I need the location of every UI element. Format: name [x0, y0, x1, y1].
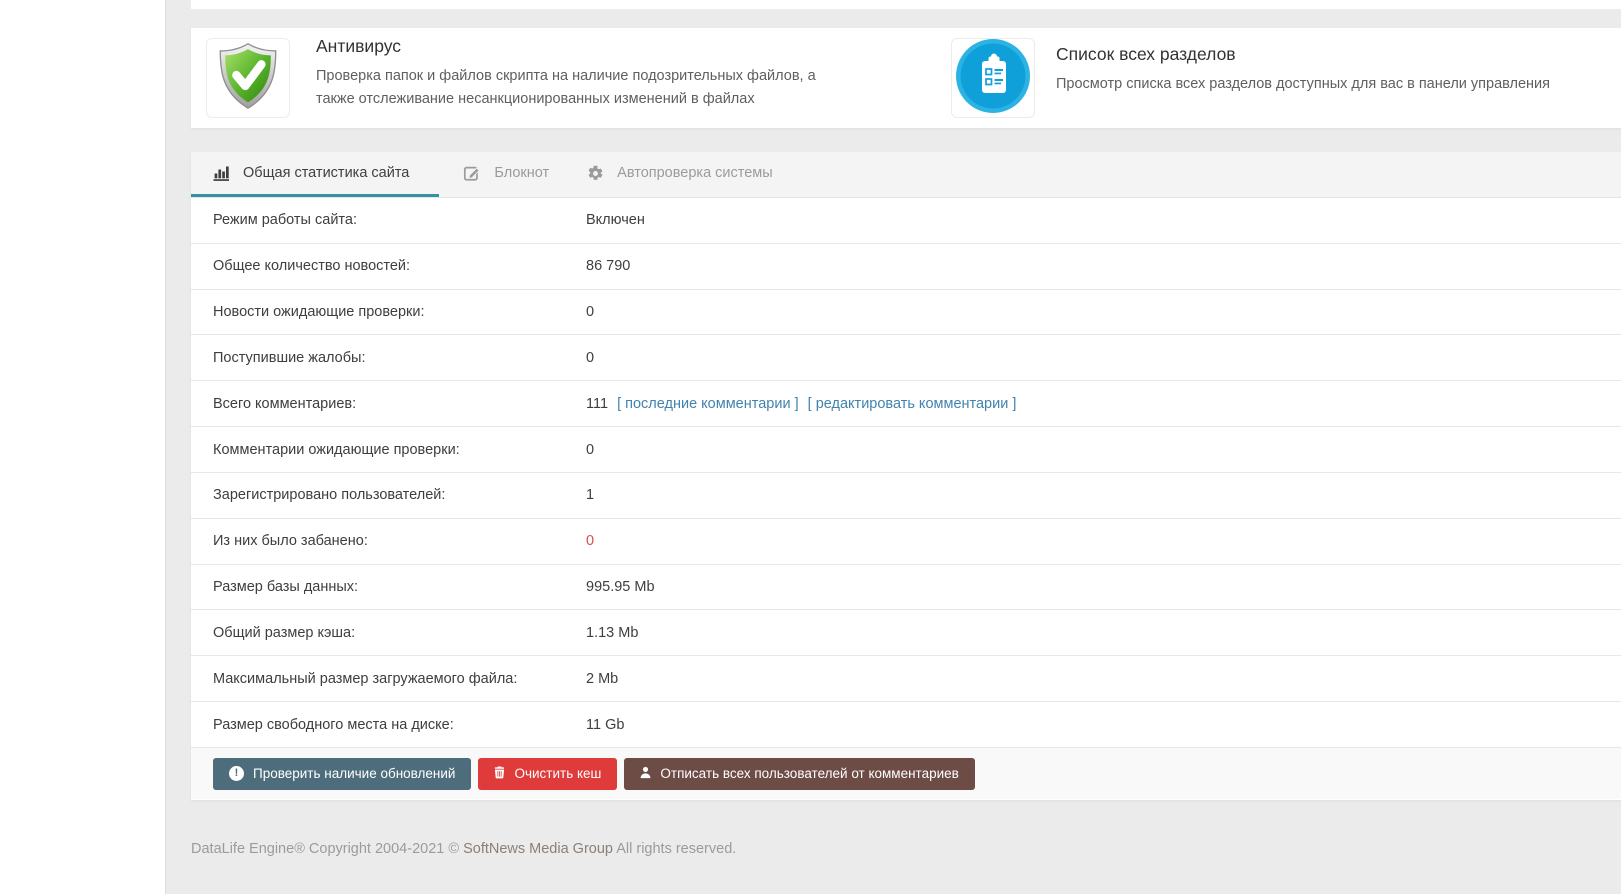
row-label: Размер базы данных: — [213, 579, 359, 596]
clear-cache-button[interactable]: Очистить кеш — [478, 757, 618, 790]
table-row-news-total: Общее количество новостей: 86 790 — [191, 244, 1621, 290]
table-row-news-pending: Новости ожидающие проверки: 0 — [191, 290, 1621, 336]
check-updates-button[interactable]: ! Проверить наличие обновлений — [213, 757, 472, 790]
table-row-comments-pending: Комментарии ожидающие проверки: 0 — [191, 427, 1621, 473]
tab-notepad[interactable]: Блокнот — [439, 152, 575, 197]
row-label: Новости ожидающие проверки: — [213, 304, 425, 321]
row-value: 0 — [586, 304, 595, 321]
table-row-banned-users: Из них было забанено: 0 — [191, 519, 1621, 565]
row-label: Общее количество новостей: — [213, 258, 411, 275]
row-label: Зарегистрировано пользователей: — [213, 487, 446, 504]
statistics-panel: Общая статистика сайта Блокнот Автопрове… — [191, 152, 1621, 800]
copyright-text: Copyright 2004-2021 © — [308, 841, 460, 857]
copyright-footer: DataLife Engine® Copyright 2004-2021 © S… — [191, 841, 736, 857]
table-row-site-mode: Режим работы сайта: Включен — [191, 198, 1621, 244]
trash-icon — [494, 765, 505, 782]
row-label: Из них было забанено: — [213, 533, 368, 550]
row-label: Поступившие жалобы: — [213, 349, 366, 366]
table-row-cache-size: Общий размер кэша: 1.13 Mb — [191, 610, 1621, 657]
row-value: 111 [ последние комментарии ] [ редактир… — [586, 396, 1621, 412]
tab-system-autocheck[interactable]: Автопроверка системы — [575, 152, 793, 197]
statistics-table: Режим работы сайта: Включен Общее количе… — [191, 198, 1621, 748]
comments-count: 111 — [586, 395, 609, 412]
table-row-db-size: Размер базы данных: 995.95 Mb — [191, 565, 1621, 611]
row-value: Включен — [586, 212, 645, 229]
tab-label: Автопроверка системы — [617, 165, 773, 181]
row-value: 0 — [586, 441, 595, 458]
panel-actions: ! Проверить наличие обновлений Очистить … — [191, 748, 1621, 799]
rights-text: All rights reserved. — [616, 841, 737, 857]
user-icon — [640, 766, 651, 782]
antivirus-icon-box — [206, 38, 290, 118]
sections-title: Список всех разделов — [1056, 44, 1236, 64]
row-value: 1.13 Mb — [586, 624, 639, 641]
row-value: 11 Gb — [586, 716, 625, 733]
row-value-banned: 0 — [586, 533, 595, 550]
registered-mark: ® — [294, 841, 305, 857]
tab-label: Общая статистика сайта — [243, 165, 410, 181]
row-value: 2 Mb — [586, 670, 619, 687]
row-label: Комментарии ожидающие проверки: — [213, 441, 460, 458]
button-label: Очистить кеш — [514, 766, 602, 781]
brand-name: DataLife Engine — [191, 841, 295, 857]
button-label: Проверить наличие обновлений — [253, 766, 456, 781]
clipboard-list-icon — [955, 38, 1031, 119]
row-value: 1 — [586, 487, 595, 504]
table-row-complaints: Поступившие жалобы: 0 — [191, 335, 1621, 382]
row-label: Режим работы сайта: — [213, 212, 357, 229]
exclamation-circle-icon: ! — [229, 766, 244, 781]
sections-description: Просмотр списка всех разделов доступных … — [1056, 76, 1551, 92]
button-label: Отписать всех пользователей от комментар… — [660, 766, 959, 781]
shield-check-icon — [216, 42, 280, 115]
row-label: Размер свободного места на диске: — [213, 716, 454, 733]
content-area: Антивирус Проверка папок и файлов скрипт… — [165, 0, 1621, 894]
feature-cards-panel: Антивирус Проверка папок и файлов скрипт… — [191, 28, 1621, 128]
company-link[interactable]: SoftNews Media Group — [463, 841, 613, 857]
cropped-panel-edge — [191, 0, 1621, 9]
table-row-comments-total: Всего комментариев: 111 [ последние комм… — [191, 381, 1621, 428]
row-value: 0 — [586, 349, 595, 366]
tab-strip: Общая статистика сайта Блокнот Автопрове… — [191, 152, 1621, 198]
antivirus-card[interactable]: Антивирус Проверка папок и файлов скрипт… — [191, 28, 936, 128]
row-label: Максимальный размер загружаемого файла: — [213, 670, 518, 687]
antivirus-description: Проверка папок и файлов скрипта на налич… — [316, 68, 816, 107]
tab-label: Блокнот — [494, 165, 550, 181]
gear-icon — [587, 165, 604, 182]
row-label: Общий размер кэша: — [213, 624, 356, 641]
unsubscribe-all-button[interactable]: Отписать всех пользователей от комментар… — [624, 757, 975, 790]
recent-comments-link[interactable]: [ последние комментарии ] — [617, 396, 799, 412]
notepad-edit-icon — [463, 164, 481, 182]
antivirus-title: Антивирус — [316, 36, 402, 56]
row-label: Всего комментариев: — [213, 395, 357, 412]
table-row-registered-users: Зарегистрировано пользователей: 1 — [191, 473, 1621, 519]
bar-chart-icon — [213, 165, 230, 182]
admin-page: Антивирус Проверка папок и файлов скрипт… — [0, 0, 1621, 894]
row-value: 995.95 Mb — [586, 579, 655, 596]
row-value: 86 790 — [586, 258, 631, 275]
tab-site-statistics[interactable]: Общая статистика сайта — [191, 152, 440, 197]
table-row-max-upload: Максимальный размер загружаемого файла: … — [191, 656, 1621, 703]
sections-icon-box — [951, 38, 1035, 118]
edit-comments-link[interactable]: [ редактировать комментарии ] — [808, 396, 1017, 412]
table-row-free-disk: Размер свободного места на диске: 11 Gb — [191, 702, 1621, 748]
all-sections-card[interactable]: Список всех разделов Просмотр списка все… — [936, 28, 1621, 128]
